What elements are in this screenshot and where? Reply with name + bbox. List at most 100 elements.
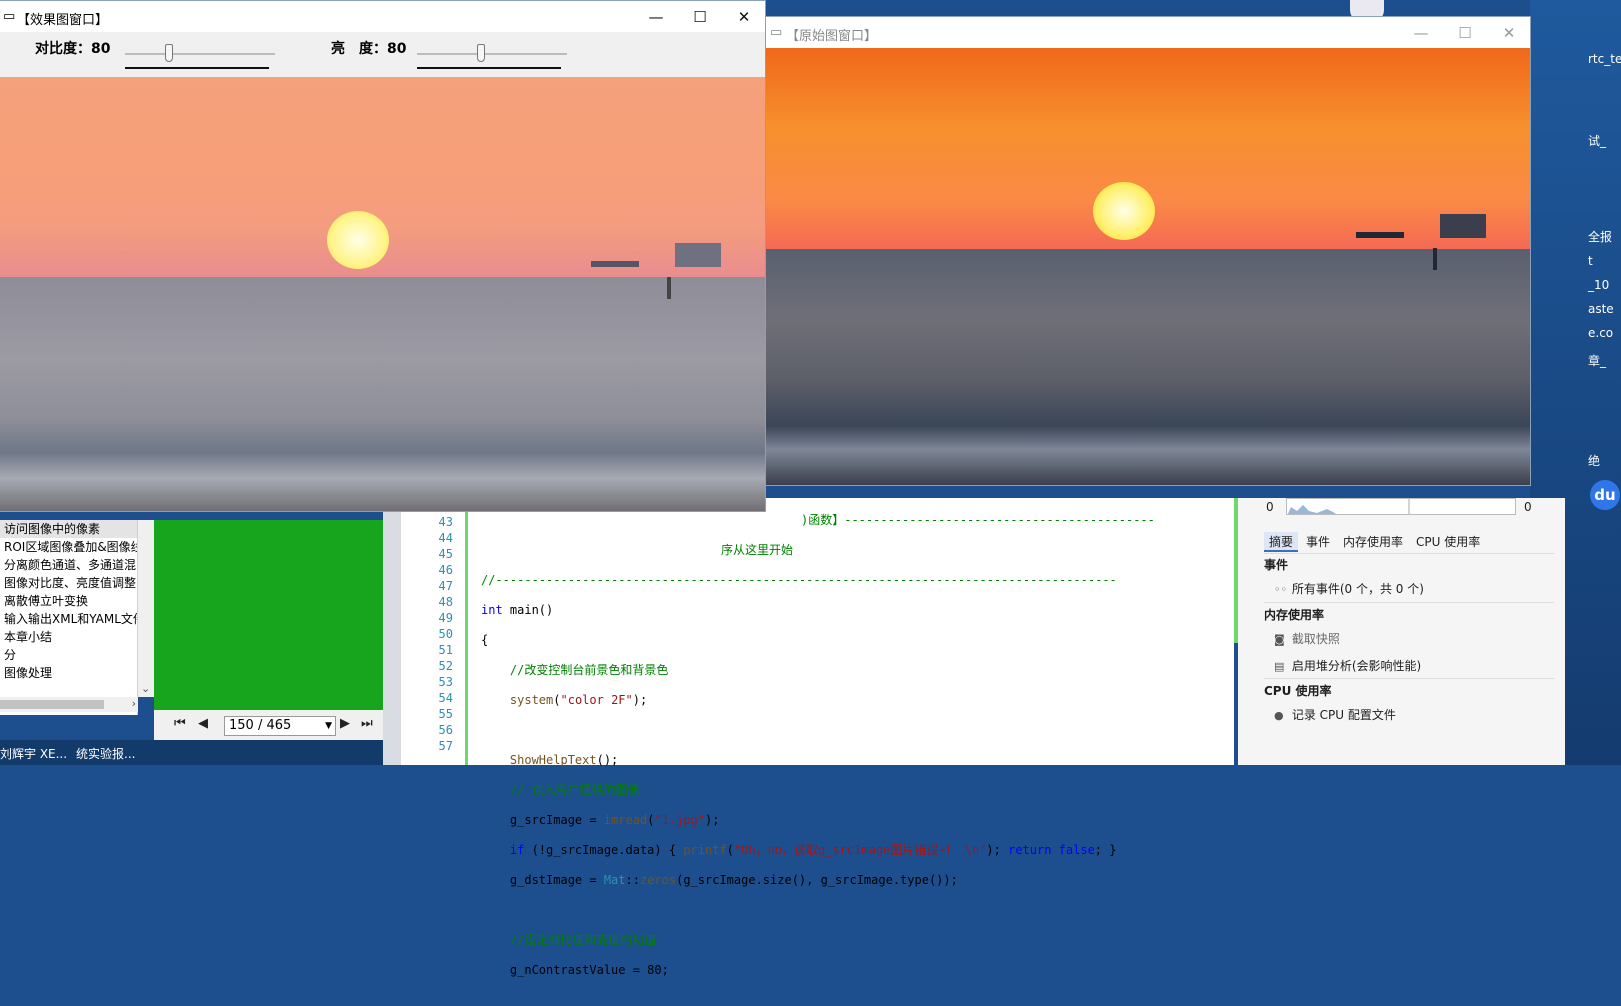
close-button[interactable]: ✕ bbox=[723, 5, 765, 29]
effect-image bbox=[0, 77, 765, 511]
diagnostics-tabs: 摘要 事件 内存使用率 CPU 使用率 bbox=[1264, 532, 1488, 552]
maximize-button[interactable]: ☐ bbox=[679, 5, 721, 29]
record-cpu-profile-button[interactable]: ● 记录 CPU 配置文件 bbox=[1274, 706, 1554, 723]
desktop-label[interactable]: t bbox=[1588, 254, 1593, 268]
page-number-select[interactable]: 150 / 465 ▼ bbox=[224, 716, 336, 736]
heap-analysis-button[interactable]: ▤ 启用堆分析(会影响性能) bbox=[1274, 657, 1554, 674]
last-page-icon[interactable]: ⏭ bbox=[361, 716, 373, 731]
tree-item[interactable]: 访问图像中的像素 bbox=[0, 520, 137, 538]
slider-thumb[interactable] bbox=[165, 44, 173, 62]
next-page-icon[interactable]: ▶ bbox=[340, 716, 350, 731]
line-number: 51 bbox=[438, 643, 453, 657]
tree-item[interactable]: 离散傅立叶变换 bbox=[0, 592, 137, 610]
ship bbox=[1356, 232, 1404, 238]
tree-item[interactable]: 分 bbox=[0, 646, 137, 664]
line-number: 53 bbox=[438, 675, 453, 689]
tab-events[interactable]: 事件 bbox=[1301, 532, 1335, 552]
tree-item[interactable]: 本章小结 bbox=[0, 628, 137, 646]
baidu-du-icon[interactable]: du bbox=[1590, 480, 1620, 510]
desktop-label[interactable]: aste bbox=[1588, 302, 1614, 316]
sun bbox=[1093, 182, 1155, 240]
trackbar-toolbar: 对比度：80 亮 度：80 bbox=[0, 32, 765, 76]
brightness-label: 亮 度：80 bbox=[331, 41, 407, 57]
code-line: )函数】------------------------------------… bbox=[801, 513, 1155, 527]
desktop-label[interactable]: 全报 bbox=[1588, 228, 1612, 245]
code-editor[interactable]: 43 44 45 46 47 48 49 50 51 52 53 54 55 5… bbox=[401, 498, 1234, 977]
all-events-link[interactable]: ◦◦ 所有事件(0 个，共 0 个) bbox=[1274, 580, 1554, 597]
buoy bbox=[1433, 248, 1437, 270]
taskbar-item[interactable]: 统实验报... bbox=[76, 745, 135, 762]
original-image bbox=[764, 48, 1530, 485]
line-number: 55 bbox=[438, 707, 453, 721]
code-line: 序从这里开始 bbox=[721, 543, 794, 557]
page-number: 150 / 465 bbox=[229, 718, 292, 733]
contrast-slider[interactable] bbox=[125, 44, 275, 69]
taskbar-item[interactable]: 刘辉宇 XE... bbox=[0, 745, 67, 762]
events-header: 事件 bbox=[1264, 558, 1289, 572]
desktop-label[interactable]: e.co bbox=[1588, 326, 1613, 340]
tree-vertical-scrollbar[interactable]: ⌄ bbox=[138, 520, 154, 697]
divider bbox=[1264, 602, 1554, 603]
memory-header: 内存使用率 bbox=[1264, 608, 1325, 622]
window-titlebar[interactable]: ▭ 【效果图窗口】 — ☐ ✕ bbox=[0, 1, 765, 32]
code-line: g_nContrastValue = 80; bbox=[481, 963, 669, 977]
brightness-slider[interactable] bbox=[417, 44, 567, 69]
change-indicator-bar bbox=[465, 498, 468, 765]
tab-cpu[interactable]: CPU 使用率 bbox=[1411, 532, 1485, 552]
tree-item[interactable]: 图像对比度、亮度值调整 bbox=[0, 574, 137, 592]
scrollbar-thumb[interactable] bbox=[0, 700, 104, 709]
sun bbox=[327, 211, 389, 269]
editor-scroll-margin[interactable] bbox=[1238, 498, 1256, 765]
window-icon: ▭ bbox=[770, 25, 783, 40]
slider-underline bbox=[417, 67, 561, 69]
all-events-label: 所有事件(0 个，共 0 个) bbox=[1291, 582, 1424, 596]
tree-item[interactable]: 图像处理 bbox=[0, 664, 137, 682]
tree-item[interactable]: 输入输出XML和YAML文件 bbox=[0, 610, 137, 628]
ship bbox=[1440, 214, 1486, 238]
ship bbox=[675, 243, 721, 267]
window-title: 【效果图窗口】 bbox=[17, 13, 109, 28]
minimize-button[interactable]: — bbox=[635, 5, 677, 29]
desktop-label[interactable]: 试_ bbox=[1588, 132, 1606, 149]
camera-icon: ◙ bbox=[1274, 633, 1285, 646]
record-icon: ● bbox=[1274, 709, 1284, 722]
page-preview bbox=[154, 520, 383, 710]
line-number: 43 bbox=[438, 515, 453, 529]
tree-item[interactable]: 分离颜色通道、多通道混 bbox=[0, 556, 137, 574]
desktop-label[interactable]: rtc_tes bbox=[1588, 52, 1621, 66]
maximize-button[interactable]: ☐ bbox=[1444, 21, 1486, 45]
tab-memory[interactable]: 内存使用率 bbox=[1338, 532, 1408, 552]
line-number: 46 bbox=[438, 563, 453, 577]
page-navigator: ⏮ ◀ 150 / 465 ▼ ▶ ⏭ bbox=[154, 710, 383, 740]
effect-image-window: ▭ 【效果图窗口】 — ☐ ✕ 对比度：80 亮 度：80 bbox=[0, 0, 766, 512]
chevron-down-icon[interactable]: ⌄ bbox=[141, 682, 150, 695]
code-line: if (!g_srcImage.data) { printf("Oh，no，读取… bbox=[509, 843, 1117, 857]
taskbar: 刘辉宇 XE... 统实验报... bbox=[0, 740, 383, 765]
cpu-header: CPU 使用率 bbox=[1264, 684, 1332, 698]
line-number: 48 bbox=[438, 595, 453, 609]
chevron-down-icon: ▼ bbox=[325, 721, 332, 731]
close-button[interactable]: ✕ bbox=[1488, 21, 1530, 45]
chevron-right-icon[interactable]: › bbox=[132, 697, 136, 710]
line-number: 47 bbox=[438, 579, 453, 593]
slider-track bbox=[417, 53, 567, 55]
tree-horizontal-scrollbar[interactable]: › bbox=[0, 697, 138, 712]
desktop-label[interactable]: 章_ bbox=[1588, 352, 1606, 369]
window-icon: ▭ bbox=[3, 9, 16, 24]
desktop-label[interactable]: _10 bbox=[1588, 278, 1609, 292]
code-lines: )函数】------------------------------------… bbox=[481, 498, 1155, 1006]
code-line: g_srcImage = imread("1.jpg"); bbox=[481, 813, 720, 827]
tree-item[interactable]: ROI区域图像叠加&图像线 bbox=[0, 538, 137, 556]
document-outline-tree: 访问图像中的像素 ROI区域图像叠加&图像线 分离颜色通道、多通道混 图像对比度… bbox=[0, 520, 138, 715]
take-snapshot-button[interactable]: ◙ 截取快照 bbox=[1274, 630, 1554, 647]
tab-summary[interactable]: 摘要 bbox=[1264, 532, 1299, 552]
line-number: 56 bbox=[438, 723, 453, 737]
desktop-label[interactable]: 绝 bbox=[1588, 452, 1600, 469]
contrast-label: 对比度：80 bbox=[35, 41, 111, 57]
prev-page-icon[interactable]: ◀ bbox=[198, 716, 208, 731]
minimize-button[interactable]: — bbox=[1400, 21, 1442, 45]
window-titlebar[interactable]: ▭ 【原始图窗口】 — ☐ ✕ bbox=[764, 17, 1530, 48]
first-page-icon[interactable]: ⏮ bbox=[174, 716, 186, 731]
slider-thumb[interactable] bbox=[477, 44, 485, 62]
